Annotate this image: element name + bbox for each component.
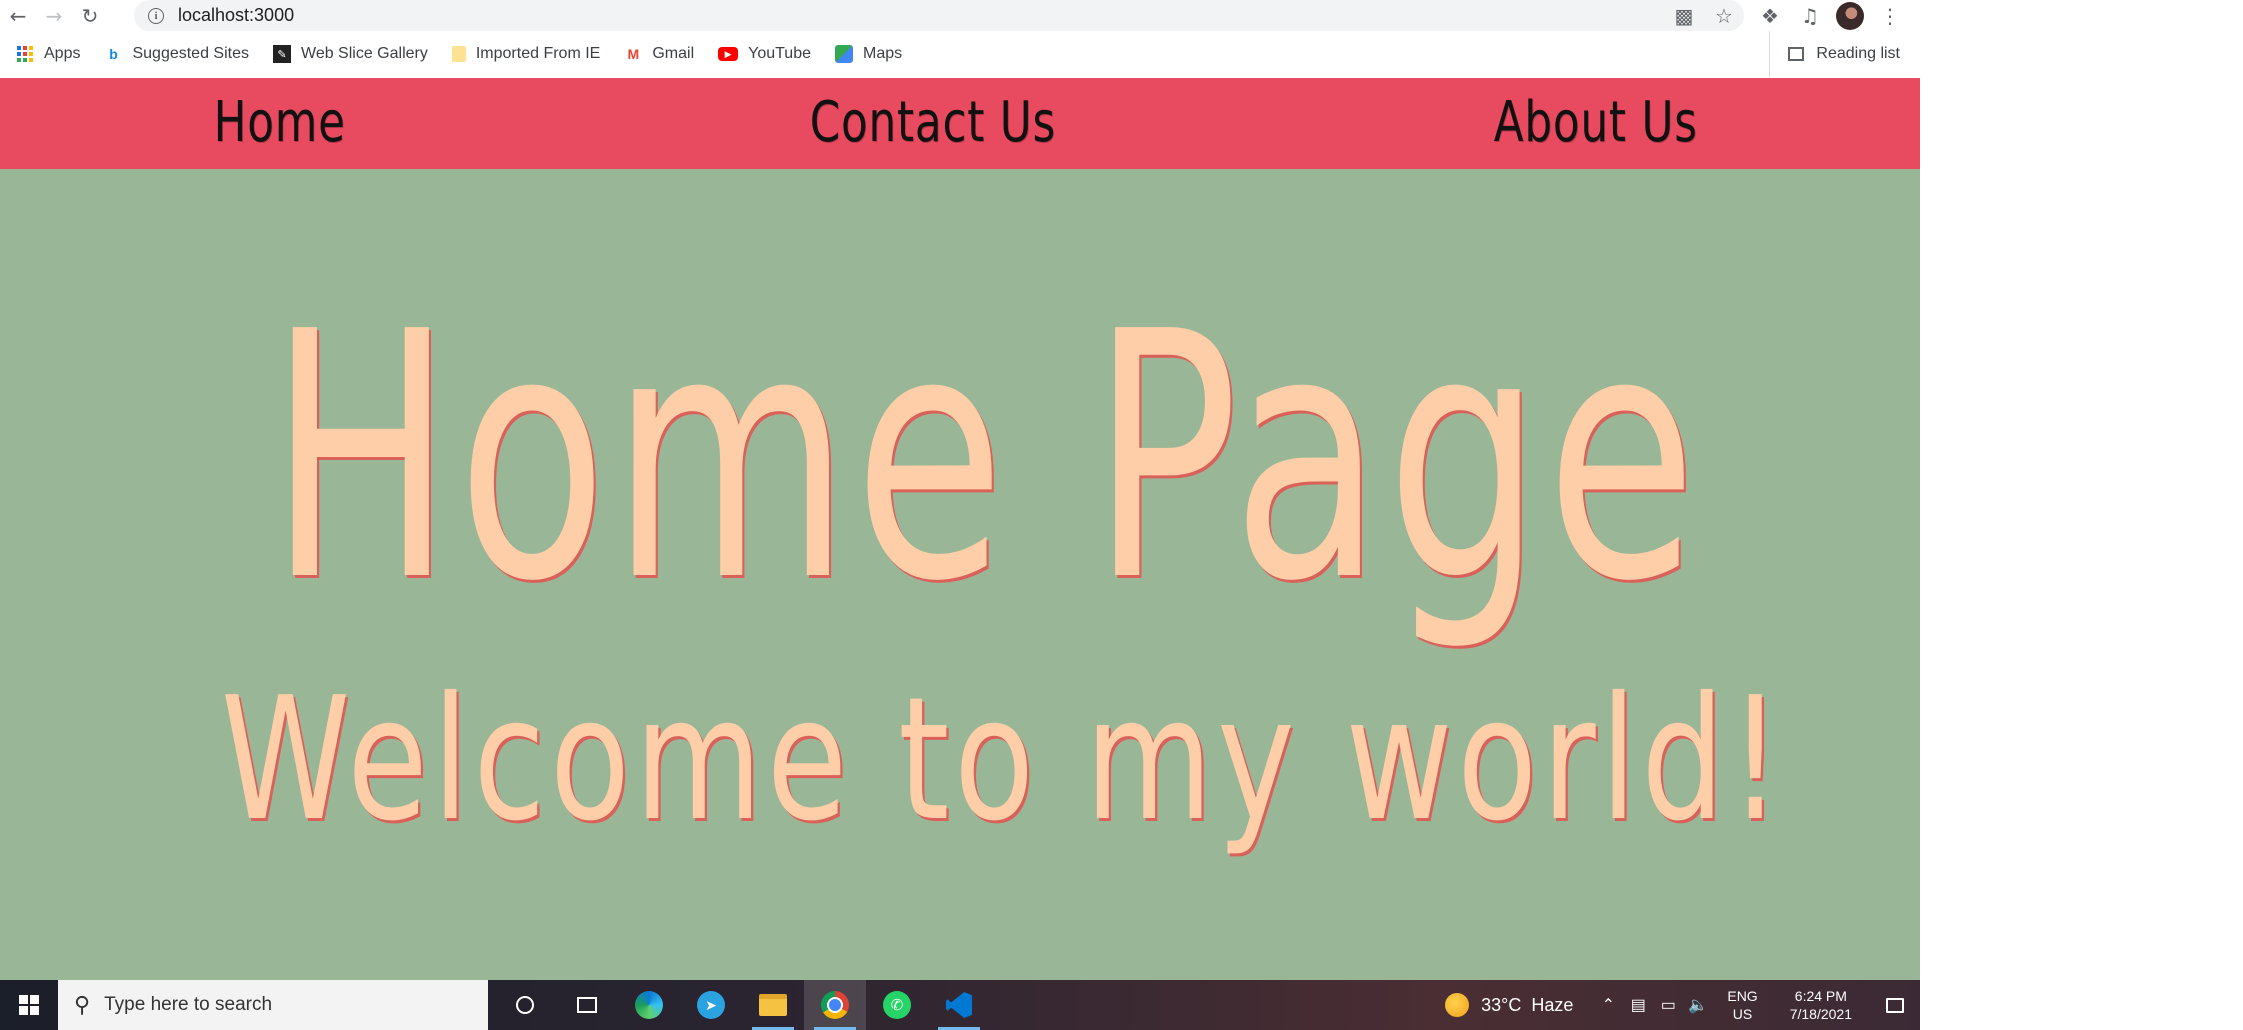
profile-avatar[interactable] <box>1836 1 1864 30</box>
page-subtitle: Welcome to my world! <box>220 661 1787 859</box>
whatsapp-icon: ✆ <box>883 991 911 1019</box>
bookmark-label: Gmail <box>652 45 695 62</box>
taskbar-vscode[interactable] <box>928 980 990 1030</box>
bing-icon: b <box>109 46 118 62</box>
apps-grid-icon <box>16 45 34 63</box>
youtube-icon: ▶ <box>718 47 739 61</box>
forward-arrow-icon[interactable]: → <box>36 0 72 31</box>
reading-list-icon <box>1788 47 1805 61</box>
weather-widget[interactable]: 33°C Haze <box>1445 993 1573 1017</box>
install-app-icon[interactable]: ▩ <box>1664 4 1704 28</box>
taskbar-clock[interactable]: 6:24 PM 7/18/2021 <box>1790 987 1852 1023</box>
notification-icon <box>1886 997 1904 1013</box>
nav-link-about-us[interactable]: About Us <box>1494 88 1698 158</box>
maps-icon <box>835 45 853 63</box>
search-placeholder: Type here to search <box>104 994 273 1015</box>
clock-date: 7/18/2021 <box>1789 1006 1852 1022</box>
nav-link-contact-us[interactable]: Contact Us <box>810 88 1056 158</box>
bookmark-suggested-sites[interactable]: b Suggested Sites <box>104 45 249 63</box>
taskbar-telegram[interactable]: ➤ <box>680 980 742 1030</box>
lang-region: US <box>1732 1006 1753 1022</box>
cortana-button[interactable] <box>494 980 556 1030</box>
folder-icon <box>451 46 466 62</box>
bookmark-label: Web Slice Gallery <box>301 45 428 62</box>
edge-browser-icon <box>635 991 663 1019</box>
bookmark-label: YouTube <box>748 45 811 62</box>
clock-time: 6:24 PM <box>1794 988 1847 1004</box>
bookmark-web-slice-gallery[interactable]: ✎ Web Slice Gallery <box>273 45 428 63</box>
media-controls-icon[interactable]: ♫ <box>1790 4 1830 28</box>
bookmark-youtube[interactable]: ▶ YouTube <box>718 45 811 63</box>
bookmark-maps[interactable]: Maps <box>835 45 902 63</box>
bookmark-label: Suggested Sites <box>132 45 249 62</box>
back-arrow-icon[interactable]: ← <box>0 0 36 31</box>
bookmark-gmail[interactable]: M Gmail <box>624 45 695 63</box>
site-info-icon[interactable]: i <box>148 7 164 24</box>
show-hidden-icons-chevron-icon[interactable]: ⌃ <box>1593 995 1623 1015</box>
site-navbar: Home Contact Us About Us <box>0 78 1920 169</box>
bookmark-star-icon[interactable]: ☆ <box>1704 4 1744 28</box>
system-tray: 33°C Haze ⌃ ▤ ▭ 🔈 ENG US 6:24 PM 7/18/20… <box>1445 980 1920 1030</box>
bookmark-label: Maps <box>863 45 903 62</box>
battery-icon[interactable]: ▭ <box>1653 995 1683 1015</box>
reload-icon[interactable]: ↻ <box>72 0 108 31</box>
weather-text: 33°C Haze <box>1481 994 1574 1015</box>
nav-link-home[interactable]: Home <box>214 88 346 158</box>
more-menu-icon[interactable]: ⋮ <box>1870 4 1910 28</box>
bookmark-apps[interactable]: Apps <box>16 45 80 63</box>
taskbar-edge[interactable] <box>618 980 680 1030</box>
network-icon[interactable]: ▤ <box>1623 995 1653 1015</box>
blank-area <box>1920 0 2243 1030</box>
volume-icon[interactable]: 🔈 <box>1683 995 1713 1015</box>
task-view-icon <box>577 997 597 1013</box>
reading-list-button[interactable]: Reading list <box>1769 31 1900 77</box>
gmail-icon: M <box>627 46 640 62</box>
url-text[interactable]: localhost:3000 <box>178 5 294 26</box>
web-page: Home Contact Us About Us Home Page Welco… <box>0 78 1920 980</box>
chrome-icon <box>821 991 849 1019</box>
reading-list-label: Reading list <box>1816 45 1900 62</box>
address-bar[interactable]: i localhost:3000 ▩ ☆ <box>134 0 1744 31</box>
taskbar-file-explorer[interactable] <box>742 980 804 1030</box>
extensions-puzzle-icon[interactable]: ❖ <box>1750 4 1790 28</box>
taskbar-chrome[interactable] <box>804 980 866 1030</box>
taskbar-whatsapp[interactable]: ✆ <box>866 980 928 1030</box>
page-title: Home Page <box>268 260 1702 656</box>
cortana-circle-icon <box>516 996 534 1014</box>
web-slice-icon: ✎ <box>273 45 291 63</box>
action-center-button[interactable] <box>1870 980 1920 1030</box>
browser-toolbar: ← → ↻ i localhost:3000 ▩ ☆ ❖ ♫ ⋮ <box>0 0 1920 31</box>
bookmarks-bar: Apps b Suggested Sites ✎ Web Slice Galle… <box>0 31 1920 77</box>
telegram-icon: ➤ <box>697 991 725 1019</box>
windows-logo-icon <box>19 995 39 1015</box>
start-button[interactable] <box>0 980 58 1030</box>
bookmark-imported-from-ie[interactable]: Imported From IE <box>451 45 601 63</box>
weather-haze-icon <box>1445 993 1470 1017</box>
lang-code: ENG <box>1727 988 1758 1004</box>
language-indicator[interactable]: ENG US <box>1727 987 1757 1023</box>
search-icon: ⚲ <box>74 992 91 1017</box>
vscode-icon <box>946 992 972 1018</box>
bookmark-label: Imported From IE <box>475 45 601 62</box>
bookmark-label: Apps <box>44 45 81 62</box>
taskbar-search-input[interactable]: ⚲ Type here to search <box>58 980 488 1030</box>
task-view-button[interactable] <box>556 980 618 1030</box>
file-explorer-icon <box>759 994 787 1016</box>
windows-taskbar: ⚲ Type here to search ➤ ✆ 33°C Haze ⌃ ▤ … <box>0 980 1920 1030</box>
